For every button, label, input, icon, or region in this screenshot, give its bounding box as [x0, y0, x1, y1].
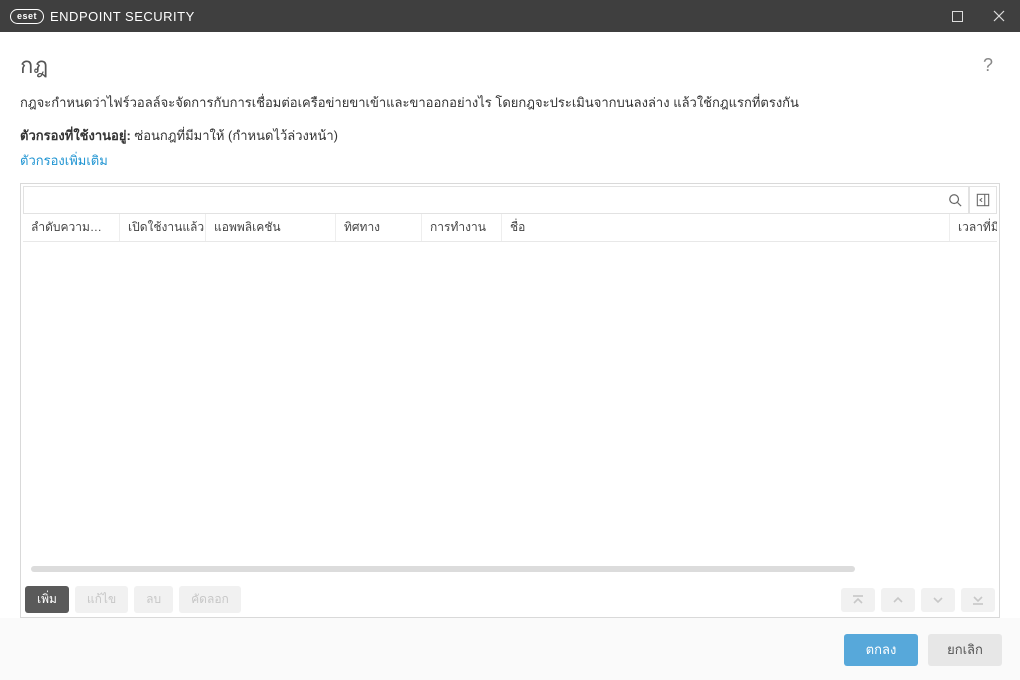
col-priority[interactable]: ลำดับความ…	[23, 214, 119, 241]
page-title: กฎ	[20, 48, 48, 83]
search-row	[23, 186, 997, 214]
search-button[interactable]	[941, 186, 969, 214]
active-filter-line: ตัวกรองที่ใช้งานอยู่: ซ่อนกฎที่มีมาให้ (…	[20, 125, 1000, 146]
move-top-button	[841, 588, 875, 612]
edit-button: แก้ไข	[75, 586, 128, 613]
content-area: กฎ ? กฎจะกำหนดว่าไฟร์วอลล์จะจัดการกับการ…	[0, 32, 1020, 618]
move-down-button	[921, 588, 955, 612]
action-row: เพิ่ม แก้ไข ลบ คัดลอก	[23, 582, 997, 615]
brand-badge: eset	[10, 9, 44, 24]
move-bottom-button	[961, 588, 995, 612]
maximize-icon	[952, 11, 963, 22]
col-enabled[interactable]: เปิดใช้งานแล้ว	[119, 214, 205, 241]
rules-table-panel: ลำดับความ… เปิดใช้งานแล้ว แอพพลิเคชัน ทิ…	[20, 183, 1000, 619]
close-icon	[993, 10, 1005, 22]
search-input[interactable]	[23, 186, 941, 214]
help-button[interactable]: ?	[976, 54, 1000, 78]
col-application[interactable]: แอพพลิเคชัน	[205, 214, 335, 241]
move-up-button	[881, 588, 915, 612]
columns-toggle-icon	[976, 193, 990, 207]
dialog-footer: ตกลง ยกเลิก	[0, 618, 1020, 680]
help-icon: ?	[983, 55, 993, 76]
active-filter-label: ตัวกรองที่ใช้งานอยู่:	[20, 128, 131, 143]
table-body[interactable]	[23, 242, 997, 567]
delete-button: ลบ	[134, 586, 173, 613]
move-bottom-icon	[971, 594, 985, 606]
add-button[interactable]: เพิ่ม	[25, 586, 69, 613]
col-name[interactable]: ชื่อ	[501, 214, 949, 241]
active-filter-value: ซ่อนกฎที่มีมาให้ (กำหนดไว้ล่วงหน้า)	[134, 128, 338, 143]
hscroll-thumb[interactable]	[31, 566, 855, 572]
title-bar: eset ENDPOINT SECURITY	[0, 0, 1020, 32]
move-top-icon	[851, 594, 865, 606]
col-direction[interactable]: ทิศทาง	[335, 214, 421, 241]
maximize-button[interactable]	[936, 0, 978, 32]
ok-button[interactable]: ตกลง	[844, 634, 918, 666]
col-action[interactable]: การทำงาน	[421, 214, 501, 241]
more-filters-link[interactable]: ตัวกรองเพิ่มเติม	[20, 150, 1000, 171]
close-button[interactable]	[978, 0, 1020, 32]
cancel-button[interactable]: ยกเลิก	[928, 634, 1002, 666]
chevron-down-icon	[931, 594, 945, 606]
table-header: ลำดับความ… เปิดใช้งานแล้ว แอพพลิเคชัน ทิ…	[23, 214, 997, 242]
page-description: กฎจะกำหนดว่าไฟร์วอลล์จะจัดการกับการเชื่อ…	[20, 93, 1000, 113]
chevron-up-icon	[891, 594, 905, 606]
page-head: กฎ ?	[20, 48, 1000, 83]
horizontal-scrollbar[interactable]	[31, 566, 989, 576]
search-icon	[948, 193, 962, 207]
col-time[interactable]: เวลาที่มี	[949, 214, 997, 241]
product-name: ENDPOINT SECURITY	[50, 9, 195, 24]
copy-button: คัดลอก	[179, 586, 241, 613]
columns-toggle-button[interactable]	[969, 186, 997, 214]
brand: eset ENDPOINT SECURITY	[10, 9, 195, 24]
